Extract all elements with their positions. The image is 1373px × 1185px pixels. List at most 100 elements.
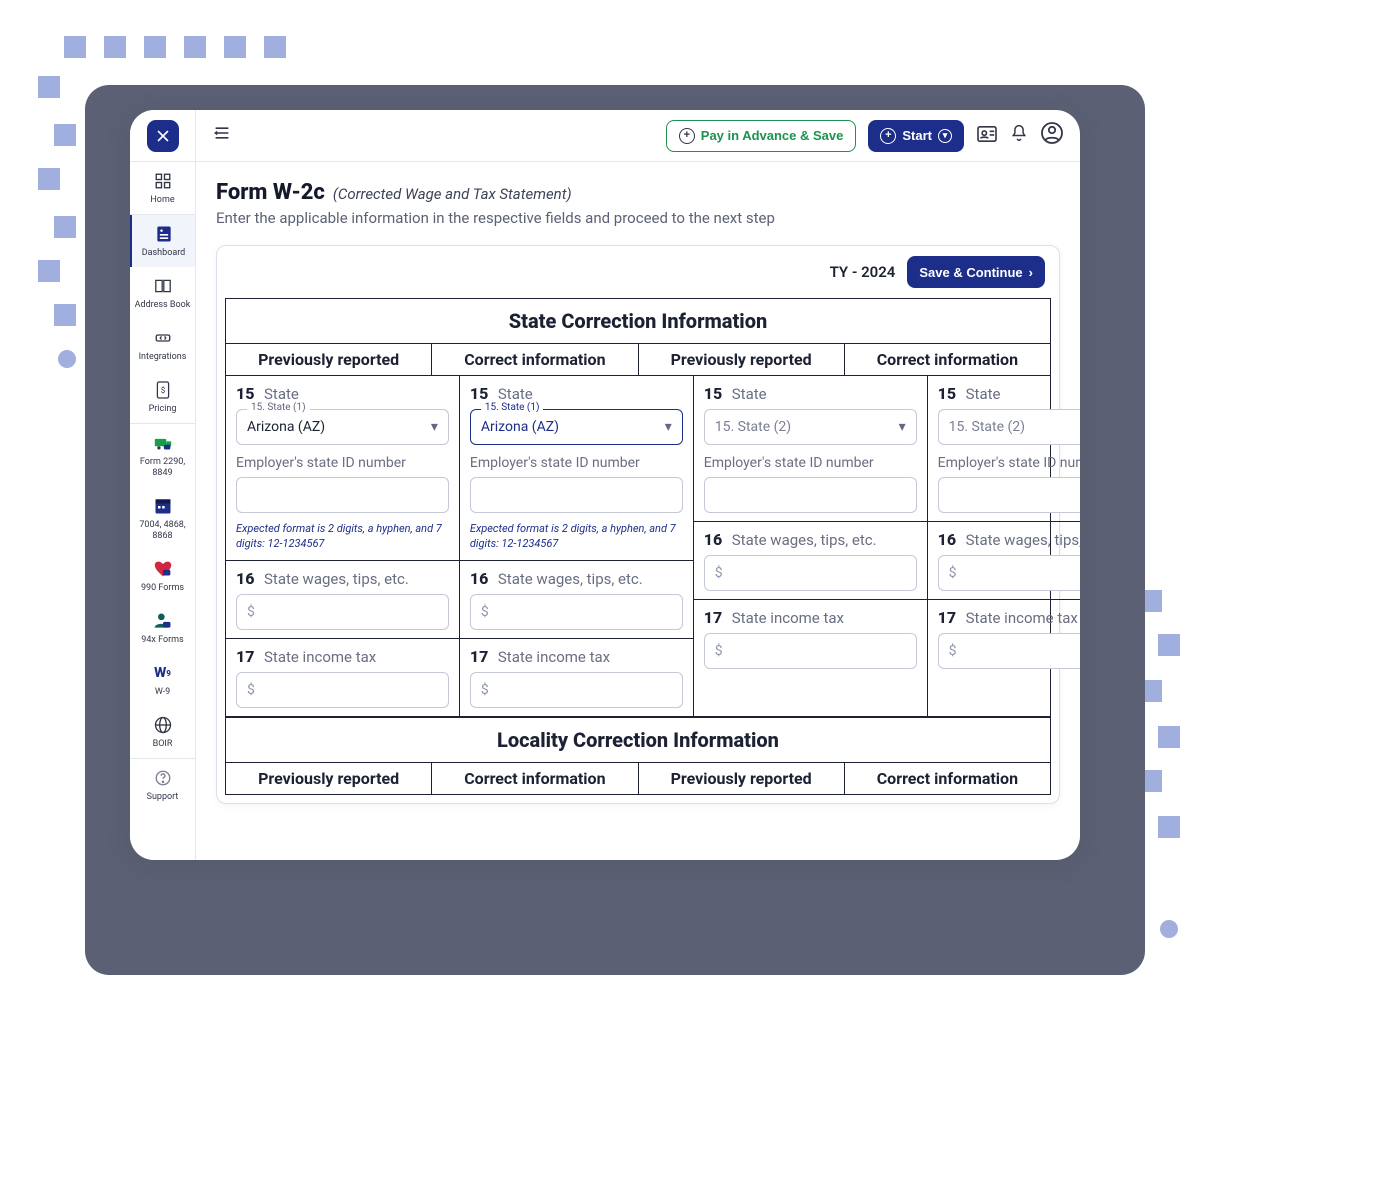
dollar-prefix: $ [715,643,723,659]
content-area: Form W-2c (Corrected Wage and Tax Statem… [196,162,1080,860]
chevron-down-icon: ▾ [665,419,672,435]
form-card: TY - 2024 Save & Continue › State Correc… [216,245,1060,804]
dashboard-icon [153,223,175,245]
nav-boir[interactable]: BOIR [130,706,195,758]
nav-dashboard[interactable]: Dashboard [130,215,195,267]
state2-corr-ein-input[interactable] [938,477,1080,513]
home-icon [152,170,174,192]
select-value: Arizona (AZ) [247,419,325,435]
state1-corr-wages-input[interactable]: $ [470,594,683,630]
state1-prev-ein-input[interactable] [236,477,449,513]
box-number: 16 [470,569,490,588]
col-corr-1: Correct information [432,763,638,794]
ein-label: Employer's state ID number [236,455,449,471]
save-continue-label: Save & Continue [919,265,1022,280]
state2-prev-col: 15 State 15. State (2) ▾ Employer's stat… [694,376,928,716]
nav-7004[interactable]: 7004, 4868, 8868 [130,487,195,550]
nav-form-2290[interactable]: Form 2290, 8849 [130,424,195,487]
ein-label: Employer's state ID number [938,455,1080,471]
box-label: State wages, tips, etc. [732,531,877,549]
nav-label: Form 2290, 8849 [132,457,193,479]
box-label: State income tax [966,609,1078,627]
ein-label: Employer's state ID number [704,455,917,471]
box-label: State [498,385,533,403]
pay-advance-label: Pay in Advance & Save [701,128,844,143]
main-area: + Pay in Advance & Save + Start ▾ Form W… [196,110,1080,860]
box-label: State income tax [732,609,844,627]
dollar-prefix: $ [247,682,255,698]
bell-icon[interactable] [1010,123,1028,148]
integrations-icon [152,327,174,349]
nav-label: BOIR [132,739,193,750]
page-description: Enter the applicable information in the … [216,209,1060,227]
plus-circle-icon: + [679,128,695,144]
page-subtitle: (Corrected Wage and Tax Statement) [333,185,572,203]
nav-label: Pricing [132,404,193,415]
nav-label: 7004, 4868, 8868 [132,520,193,542]
profile-avatar-icon[interactable] [1040,121,1064,150]
globe-icon [152,714,174,736]
box-number: 15 [938,384,958,403]
state-section-title: State Correction Information [226,299,1050,344]
topbar: + Pay in Advance & Save + Start ▾ [196,110,1080,162]
state1-corr-select[interactable]: 15. State (1) Arizona (AZ) ▾ [470,409,683,445]
state1-corr-tax-input[interactable]: $ [470,672,683,708]
column-header-row: Previously reported Correct information … [226,344,1050,376]
state1-prev-wages-input[interactable]: $ [236,594,449,630]
dollar-prefix: $ [247,604,255,620]
nav-pricing[interactable]: $ Pricing [130,371,195,423]
support-icon [152,767,174,789]
locality-header-row: Previously reported Correct information … [226,763,1050,794]
box-label: State wages, tips, etc. [264,570,409,588]
nav-990[interactable]: 990 Forms [130,550,195,602]
col-corr-1: Correct information [432,344,638,375]
nav-w9[interactable]: W9 W-9 [130,654,195,706]
state2-prev-select[interactable]: 15. State (2) ▾ [704,409,917,445]
nav-address-book[interactable]: Address Book [130,267,195,319]
pay-advance-button[interactable]: + Pay in Advance & Save [666,120,857,152]
nav-support[interactable]: Support [130,759,195,811]
box-label: State income tax [498,648,610,666]
state2-prev-tax-input[interactable]: $ [704,633,917,669]
state2-corr-tax-input[interactable]: $ [938,633,1080,669]
state1-prev-tax-input[interactable]: $ [236,672,449,708]
box-number: 16 [704,530,724,549]
dollar-prefix: $ [949,643,957,659]
box-number: 16 [938,530,958,549]
chevron-down-icon: ▾ [431,419,438,435]
locality-section-title: Locality Correction Information [226,717,1050,763]
start-label: Start [902,128,932,143]
start-dropdown-button[interactable]: + Start ▾ [868,120,964,152]
svg-text:$: $ [160,386,165,395]
sidebar-toggle-icon[interactable] [212,125,232,146]
nav-integrations[interactable]: Integrations [130,319,195,371]
nav-label: 94x Forms [132,635,193,646]
page-title: Form W-2c [216,180,325,205]
nav-label: W-9 [132,687,193,698]
box-number: 15 [470,384,490,403]
state2-corr-select[interactable]: 15. State (2) ▾ [938,409,1080,445]
state1-corr-col: 15 State 15. State (1) Arizona (AZ) ▾ Em… [460,376,694,716]
pricing-icon: $ [152,379,174,401]
box-label: State wages, tips, etc. [498,570,643,588]
state1-prev-select[interactable]: 15. State (1) Arizona (AZ) ▾ [236,409,449,445]
dollar-prefix: $ [481,682,489,698]
save-continue-button[interactable]: Save & Continue › [907,256,1045,288]
box-number: 17 [236,647,256,666]
id-card-icon[interactable] [976,124,998,148]
box-number: 17 [470,647,490,666]
state2-prev-ein-input[interactable] [704,477,917,513]
nav-home[interactable]: Home [130,162,195,214]
nav-94x[interactable]: 94x Forms [130,602,195,654]
col-corr-2: Correct information [845,763,1050,794]
sidebar-nav: Home Dashboard Address Book Integrations [130,162,195,811]
ein-label: Employer's state ID number [470,455,683,471]
state1-corr-ein-input[interactable] [470,477,683,513]
state2-prev-wages-input[interactable]: $ [704,555,917,591]
truck-icon [152,432,174,454]
select-placeholder: 15. State (2) [715,419,791,435]
person-icon [152,610,174,632]
state2-corr-wages-input[interactable]: $ [938,555,1080,591]
box-label: State [732,385,767,403]
tax-year-label: TY - 2024 [830,263,896,281]
